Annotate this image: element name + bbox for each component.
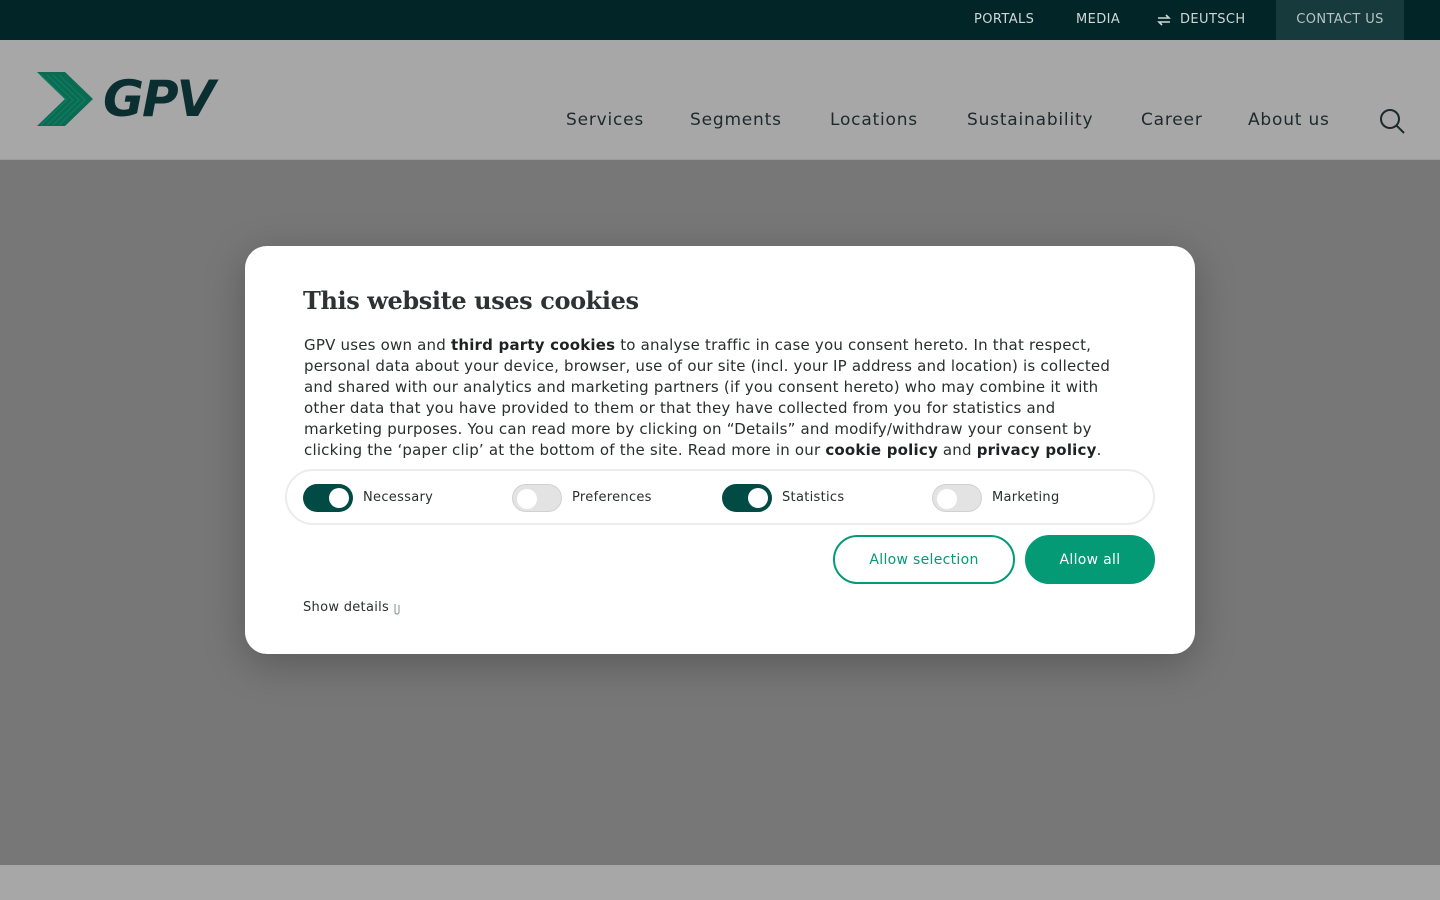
toggle-label-necessary: Necessary xyxy=(363,490,434,505)
toggle-label-preferences: Preferences xyxy=(572,490,652,505)
switch-knob xyxy=(329,488,349,508)
body-text-3: and xyxy=(937,441,977,459)
nav-sustainability[interactable]: Sustainability xyxy=(967,110,1093,130)
marketing-switch[interactable] xyxy=(932,484,982,512)
nav-segments[interactable]: Segments xyxy=(690,110,782,130)
dialog-body-text: GPV uses own and third party cookies to … xyxy=(304,335,1134,461)
main-header: GPV Services Segments Locations Sustaina… xyxy=(0,40,1440,160)
toggle-label-marketing: Marketing xyxy=(992,490,1060,505)
cookie-consent-dialog: This website uses cookies GPV uses own a… xyxy=(245,246,1195,654)
logo-wordmark: GPV xyxy=(103,70,215,128)
switch-knob xyxy=(748,488,768,508)
cookie-policy-link[interactable]: cookie policy xyxy=(825,441,938,459)
switch-knob xyxy=(937,489,957,509)
nav-services[interactable]: Services xyxy=(566,110,644,130)
third-party-cookies-link[interactable]: third party cookies xyxy=(451,336,615,354)
language-label: DEUTSCH xyxy=(1180,12,1246,27)
allow-selection-button[interactable]: Allow selection xyxy=(833,535,1015,584)
switch-knob xyxy=(517,489,537,509)
body-text-4: . xyxy=(1096,441,1102,459)
search-icon[interactable] xyxy=(1379,108,1405,134)
body-text-1: GPV uses own and xyxy=(304,336,451,354)
dialog-title: This website uses cookies xyxy=(303,286,639,315)
statistics-switch[interactable] xyxy=(722,484,772,512)
consent-toggle-group: Necessary Preferences Statistics Marketi… xyxy=(285,469,1155,525)
nav-career[interactable]: Career xyxy=(1141,110,1203,130)
allow-all-button[interactable]: Allow all xyxy=(1025,535,1155,584)
privacy-policy-link[interactable]: privacy policy xyxy=(977,441,1097,459)
swap-arrows-icon xyxy=(1157,14,1171,26)
contact-us-link[interactable]: CONTACT US xyxy=(1276,0,1404,40)
necessary-switch[interactable] xyxy=(303,484,353,512)
show-details-link[interactable]: Show details xyxy=(303,600,400,615)
top-utility-bar: PORTALS MEDIA DEUTSCH CONTACT US xyxy=(0,0,1440,40)
footer-strip xyxy=(0,865,1440,900)
portals-link[interactable]: PORTALS xyxy=(974,0,1034,40)
chevron-logo-icon xyxy=(37,72,93,126)
nav-locations[interactable]: Locations xyxy=(830,110,918,130)
gpv-logo[interactable]: GPV xyxy=(35,70,215,129)
preferences-switch[interactable] xyxy=(512,484,562,512)
paper-clip-icon xyxy=(394,604,400,615)
nav-about-us[interactable]: About us xyxy=(1248,110,1330,130)
toggle-label-statistics: Statistics xyxy=(782,490,845,505)
media-link[interactable]: MEDIA xyxy=(1076,0,1120,40)
show-details-label: Show details xyxy=(303,600,390,615)
language-switch-link[interactable]: DEUTSCH xyxy=(1156,0,1246,40)
